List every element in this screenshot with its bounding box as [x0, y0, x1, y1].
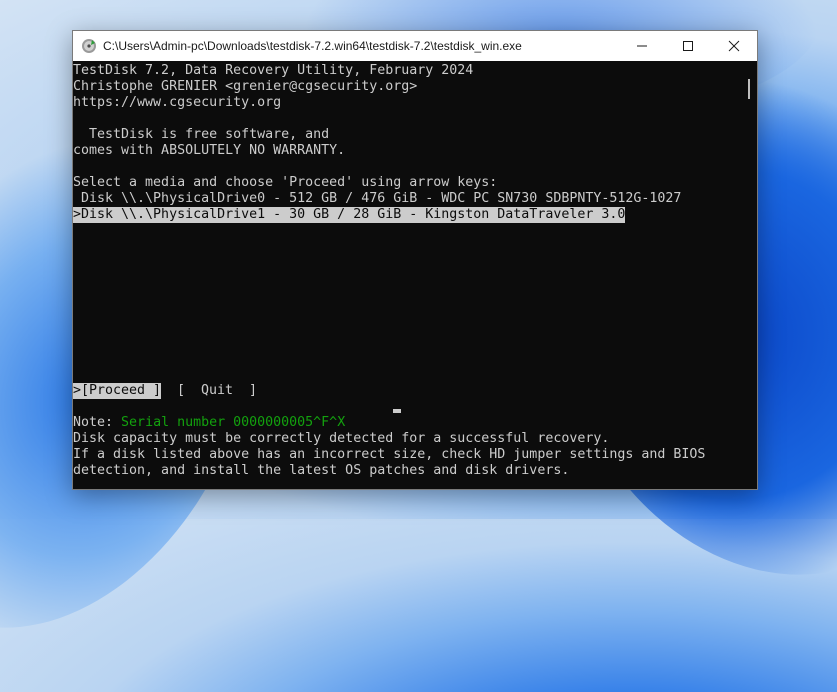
- header-line: Christophe GRENIER <grenier@cgsecurity.o…: [73, 79, 418, 94]
- maximize-button[interactable]: [665, 31, 711, 61]
- footer-line: If a disk listed above has an incorrect …: [73, 447, 706, 462]
- note-label: Note:: [73, 415, 122, 430]
- minimize-icon: [637, 45, 647, 47]
- quit-button[interactable]: [ Quit ]: [177, 383, 257, 399]
- window-title: C:\Users\Admin-pc\Downloads\testdisk-7.2…: [103, 39, 522, 53]
- proceed-button[interactable]: >[Proceed ]: [73, 383, 162, 399]
- serial-number: Serial number 0000000005^F^X: [121, 415, 346, 430]
- text-cursor: [393, 409, 401, 413]
- vertical-scrollbar[interactable]: [741, 61, 757, 489]
- close-button[interactable]: [711, 31, 757, 61]
- license-line: comes with ABSOLUTELY NO WARRANTY.: [73, 143, 346, 158]
- license-line: TestDisk is free software, and: [73, 127, 330, 142]
- drive-item-physicaldrive1[interactable]: >Disk \\.\PhysicalDrive1 - 30 GB / 28 Gi…: [73, 207, 626, 223]
- close-icon: [728, 40, 740, 52]
- maximize-icon: [683, 41, 693, 51]
- scrollbar-thumb[interactable]: [748, 79, 750, 99]
- drive-item-physicaldrive0[interactable]: Disk \\.\PhysicalDrive0 - 512 GB / 476 G…: [73, 191, 681, 207]
- window-titlebar[interactable]: C:\Users\Admin-pc\Downloads\testdisk-7.2…: [73, 31, 757, 61]
- footer-line: Disk capacity must be correctly detected…: [73, 431, 610, 446]
- minimize-button[interactable]: [619, 31, 665, 61]
- select-prompt: Select a media and choose 'Proceed' usin…: [73, 175, 498, 190]
- console-output[interactable]: TestDisk 7.2, Data Recovery Utility, Feb…: [73, 61, 741, 489]
- header-line: TestDisk 7.2, Data Recovery Utility, Feb…: [73, 63, 474, 78]
- header-line: https://www.cgsecurity.org: [73, 95, 282, 110]
- console-window: C:\Users\Admin-pc\Downloads\testdisk-7.2…: [72, 30, 758, 490]
- testdisk-app-icon: [82, 39, 96, 53]
- note-line: Note: Serial number 0000000005^F^X: [73, 415, 345, 431]
- footer-line: detection, and install the latest OS pat…: [73, 463, 570, 478]
